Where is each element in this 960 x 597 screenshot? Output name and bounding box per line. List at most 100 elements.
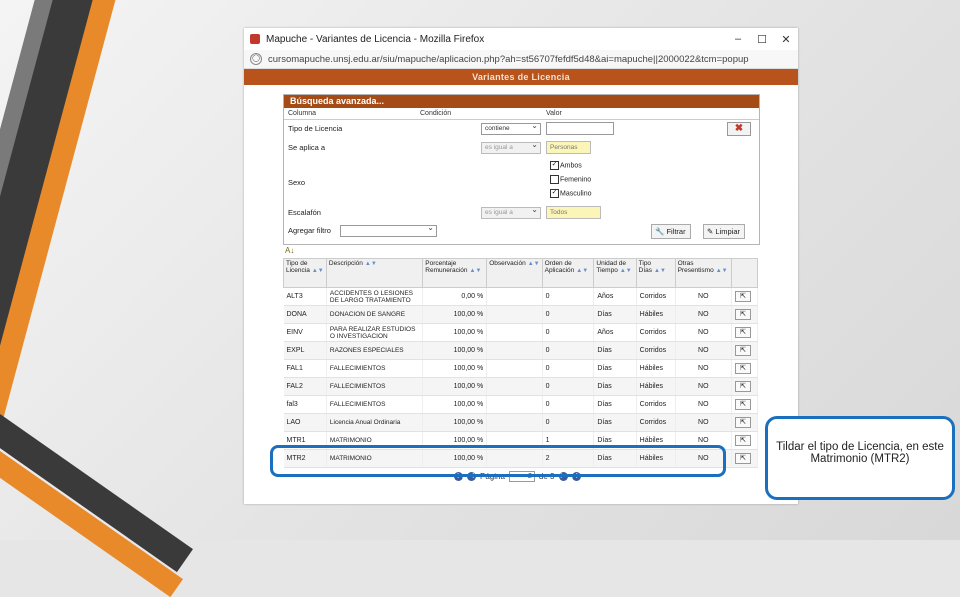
sexo-option-ambos[interactable]: ✓ Ambos [550, 161, 582, 170]
value-select-se-aplica-a[interactable]: Personas [546, 141, 591, 154]
table-cell: PARA REALIZAR ESTUDIOS O INVESTIGACION [326, 323, 424, 342]
sexo-option-masculino[interactable]: ✓ Masculino [550, 189, 592, 198]
table-cell: NO [675, 341, 733, 360]
table-cell-actions: ⇱ [731, 287, 758, 306]
value-header: Valor [546, 110, 562, 117]
filter-label-sexo: Sexo [288, 178, 306, 187]
table-cell [486, 413, 543, 432]
filter-label-escalafon: Escalafón [288, 208, 321, 217]
table-row[interactable]: FAL1 FALLECIMIENTOS 100,00 % 0 Días Hábiles NO… [283, 359, 758, 378]
table-row[interactable]: LAO Licencia Anual Ordinaria 100,00 % 0 Días… [283, 413, 758, 432]
table-cell: 0 [542, 323, 595, 342]
table-cell: ALT3 [283, 287, 327, 306]
filter-button[interactable]: 🔧 Filtrar [651, 224, 691, 239]
sort-icon[interactable]: A↓ [285, 246, 294, 255]
clear-button[interactable]: ✎ Limpiar [703, 224, 745, 239]
table-row[interactable]: DONA DONACION DE SANGRE 100,00 % 0 Días Hábil… [283, 305, 758, 324]
table-cell: NO [675, 287, 733, 306]
table-cell: Corridos [636, 413, 676, 432]
condition-header: Condición [420, 110, 452, 117]
table-row[interactable]: FAL2 FALLECIMIENTOS 100,00 % 0 Días Hábiles NO… [283, 377, 758, 396]
checkbox-checked-icon: ✓ [550, 161, 559, 170]
table-cell-actions: ⇱ [731, 305, 758, 324]
col-descripcion[interactable]: Descripción ▲▼ [325, 258, 424, 288]
table-cell-actions: ⇱ [731, 431, 758, 450]
select-row-icon[interactable]: ⇱ [735, 381, 752, 392]
table-cell: 0,00 % [422, 287, 488, 306]
col-presentismo[interactable]: Otras Presentismo ▲▼ [674, 258, 733, 288]
table-cell: LAO [283, 413, 327, 432]
address-bar[interactable]: ◯ cursomapuche.unsj.edu.ar/siu/mapuche/a… [244, 50, 798, 69]
condition-select-tipo-licencia[interactable]: contiene [481, 121, 541, 135]
table-cell: FALLECIMIENTOS [326, 359, 424, 378]
table-cell: 0 [542, 395, 595, 414]
table-cell: DONACION DE SANGRE [326, 305, 424, 324]
select-row-icon[interactable]: ⇱ [735, 327, 752, 338]
select-row-icon[interactable]: ⇱ [735, 345, 752, 356]
table-row[interactable]: ALT3 ACCIDENTES O LESIONES DE LARGO TRATA… [283, 287, 758, 306]
col-tipo-dias[interactable]: Tipo Días ▲▼ [635, 258, 676, 288]
table-cell: Hábiles [636, 359, 676, 378]
table-cell [486, 395, 543, 414]
column-header: Columna [288, 110, 317, 117]
value-input-tipo-licencia[interactable] [546, 122, 614, 135]
table-row[interactable]: EINV PARA REALIZAR ESTUDIOS O INVESTIGACI… [283, 323, 758, 342]
checkbox-unchecked-icon [550, 175, 559, 184]
select-row-icon[interactable]: ⇱ [735, 399, 752, 410]
col-unidad-tiempo[interactable]: Unidad de Tiempo ▲▼ [593, 258, 637, 288]
table-cell: fal3 [283, 395, 327, 414]
select-row-icon[interactable]: ⇱ [735, 291, 752, 302]
table-cell: 0 [542, 305, 595, 324]
table-cell-actions: ⇱ [731, 341, 758, 360]
table-cell: FALLECIMIENTOS [326, 395, 424, 414]
table-row[interactable]: EXPL RAZONES ESPECIALES 100,00 % 0 Días Corri… [283, 341, 758, 360]
table-cell-actions: ⇱ [731, 323, 758, 342]
col-orden[interactable]: Orden de Aplicación ▲▼ [541, 258, 595, 288]
globe-icon: ◯ [250, 53, 262, 65]
table-cell: Días [593, 395, 637, 414]
table-cell [486, 287, 543, 306]
filter-icon: 🔧 [655, 227, 665, 236]
col-observacion[interactable]: Observación ▲▼ [486, 258, 543, 288]
window-title: Mapuche - Variantes de Licencia - Mozill… [266, 33, 485, 45]
select-row-icon[interactable]: ⇱ [735, 309, 752, 320]
table-cell: 0 [542, 377, 595, 396]
table-cell: Días [593, 359, 637, 378]
maximize-button[interactable]: ☐ [750, 33, 774, 46]
table-cell: FAL2 [283, 377, 327, 396]
url-text: cursomapuche.unsj.edu.ar/siu/mapuche/apl… [268, 53, 749, 65]
table-cell: NO [675, 359, 733, 378]
minimize-button[interactable]: – [726, 33, 750, 45]
table-cell: EXPL [283, 341, 327, 360]
remove-filter-button[interactable]: ✖ [727, 122, 751, 136]
filter-label-tipo-licencia: Tipo de Licencia [288, 124, 343, 133]
filter-label-se-aplica-a: Se aplica a [288, 143, 326, 152]
select-row-icon[interactable]: ⇱ [735, 417, 752, 428]
table-cell: NO [675, 377, 733, 396]
select-row-icon[interactable]: ⇱ [735, 435, 752, 446]
table-cell: EINV [283, 323, 327, 342]
table-cell: Corridos [636, 341, 676, 360]
condition-select-se-aplica-a[interactable]: es igual a [481, 140, 541, 154]
value-select-escalafon[interactable]: Todos [546, 206, 601, 219]
checkbox-checked-icon: ✓ [550, 189, 559, 198]
table-row[interactable]: fal3 FALLECIMIENTOS 100,00 % 0 Días Corridos N… [283, 395, 758, 414]
table-cell: Días [593, 305, 637, 324]
col-tipo-licencia[interactable]: Tipo de Licencia ▲▼ [283, 258, 327, 288]
table-cell: Días [593, 413, 637, 432]
advanced-search-title: Búsqueda avanzada... [284, 95, 759, 108]
col-porcentaje[interactable]: Porcentaje Remuneración ▲▼ [422, 258, 488, 288]
close-button[interactable]: ✕ [774, 33, 798, 46]
highlight-mtr2-row [270, 445, 726, 477]
table-cell-actions: ⇱ [731, 359, 758, 378]
condition-select-escalafon[interactable]: es igual a [481, 205, 541, 219]
table-cell: 100,00 % [422, 395, 488, 414]
select-row-icon[interactable]: ⇱ [735, 363, 752, 374]
table-cell: ACCIDENTES O LESIONES DE LARGO TRATAMIEN… [326, 287, 424, 306]
table-cell-actions: ⇱ [731, 377, 758, 396]
add-filter-select[interactable] [340, 223, 437, 237]
sexo-option-femenino[interactable]: Femenino [550, 175, 591, 184]
table-cell: 100,00 % [422, 323, 488, 342]
licenses-table: Tipo de Licencia ▲▼ Descripción ▲▼ Porcent… [283, 258, 758, 468]
table-cell: RAZONES ESPECIALES [326, 341, 424, 360]
